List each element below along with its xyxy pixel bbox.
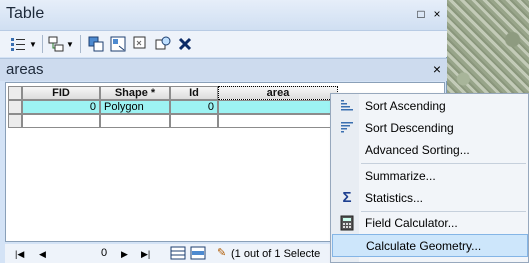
menu-separator — [361, 163, 526, 164]
cell-fid[interactable]: 0 — [22, 100, 100, 114]
menu-item-label: Summarize... — [365, 169, 436, 183]
calculator-icon — [340, 215, 354, 231]
menu-item-label: Sort Ascending — [365, 99, 446, 113]
row-selector[interactable] — [8, 100, 22, 114]
last-record-icon[interactable]: ▶| — [141, 249, 150, 260]
title-bar[interactable]: Table □ × — [0, 0, 447, 30]
tab-close-button[interactable]: × — [433, 61, 441, 77]
toolbar-separator — [80, 35, 81, 53]
restore-button[interactable]: □ — [415, 8, 427, 20]
show-selected-records-icon[interactable] — [190, 246, 206, 260]
cell-id[interactable]: 0 — [170, 100, 218, 114]
column-header-fid[interactable]: FID — [22, 86, 100, 100]
table-toolbar: ▼ ▼ — [0, 30, 447, 57]
previous-record-icon[interactable]: ◀ — [39, 249, 46, 260]
menu-item-label: Field Calculator... — [365, 216, 458, 230]
menu-item-label: Statistics... — [365, 191, 424, 205]
selection-count: (1 out of 1 Selecte — [231, 248, 321, 260]
clear-selection-icon[interactable] — [133, 36, 149, 52]
window-title: Table — [6, 5, 45, 22]
new-row-cell[interactable] — [22, 114, 100, 128]
column-header-area[interactable]: area — [218, 86, 338, 100]
menu-item-label: Sort Descending — [365, 121, 454, 135]
menu-item-advanced-sorting[interactable]: Advanced Sorting... — [331, 139, 528, 161]
next-record-icon[interactable]: ▶ — [121, 249, 128, 260]
menu-item-statistics[interactable]: Σ Statistics... — [331, 187, 528, 209]
column-header-id[interactable]: Id — [170, 86, 218, 100]
zoom-to-selected-icon[interactable] — [155, 36, 171, 52]
cell-area[interactable] — [218, 100, 338, 114]
menu-item-label: Advanced Sorting... — [365, 143, 470, 157]
current-record-field[interactable]: 0 — [101, 247, 107, 259]
toolbar-separator — [42, 35, 43, 53]
first-record-icon[interactable]: |◀ — [15, 249, 24, 260]
sigma-icon: Σ — [342, 189, 352, 206]
table-tab[interactable]: areas × — [0, 58, 447, 81]
menu-item-field-calculator[interactable]: Field Calculator... — [331, 212, 528, 234]
dropdown-arrow-icon[interactable]: ▼ — [29, 40, 37, 49]
table-options-icon[interactable] — [10, 36, 26, 52]
new-row-selector[interactable] — [8, 114, 22, 128]
cell-shape[interactable]: Polygon — [100, 100, 170, 114]
delete-selected-icon[interactable] — [177, 36, 193, 52]
menu-item-calculate-geometry[interactable]: Calculate Geometry... — [332, 234, 528, 257]
menu-item-sort-descending[interactable]: Sort Descending — [331, 117, 528, 139]
menu-item-sort-ascending[interactable]: Sort Ascending — [331, 95, 528, 117]
new-row-cell[interactable] — [170, 114, 218, 128]
select-by-attributes-icon[interactable] — [88, 36, 104, 52]
sort-descending-icon — [341, 122, 353, 133]
close-button[interactable]: × — [431, 8, 443, 20]
related-tables-icon[interactable] — [48, 36, 64, 52]
show-all-records-icon[interactable] — [170, 246, 186, 260]
menu-item-summarize[interactable]: Summarize... — [331, 165, 528, 187]
sort-ascending-icon — [341, 100, 353, 111]
header-corner[interactable] — [8, 86, 22, 100]
column-header-shape[interactable]: Shape * — [100, 86, 170, 100]
pencil-icon: ✎ — [217, 247, 227, 259]
menu-item-label: Calculate Geometry... — [366, 239, 482, 253]
context-menu: Sort Ascending Sort Descending Advanced … — [330, 93, 529, 263]
switch-selection-icon[interactable] — [110, 36, 126, 52]
dropdown-arrow-icon[interactable]: ▼ — [66, 40, 74, 49]
tab-label-areas: areas — [6, 61, 44, 78]
new-row-cell[interactable] — [100, 114, 170, 128]
new-row-cell[interactable] — [218, 114, 338, 128]
